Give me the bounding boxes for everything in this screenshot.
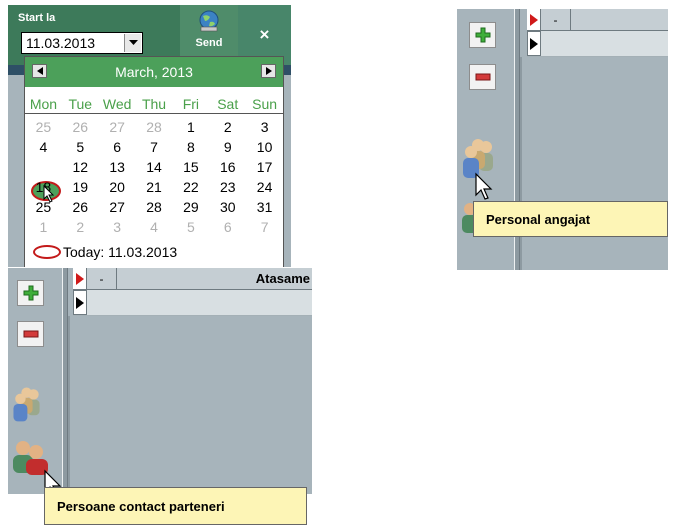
date-picker-panel: Start la 11.03.2013 Send × March, 2013 M… (8, 5, 291, 267)
calendar-day[interactable]: 26 (62, 197, 99, 217)
mouse-cursor-icon (475, 172, 493, 200)
calendar-header: March, 2013 (25, 57, 283, 87)
calendar-day[interactable]: 13 (99, 157, 136, 177)
calendar-day[interactable]: 16 (209, 157, 246, 177)
dropdown-arrow-icon[interactable] (124, 34, 141, 52)
weekday-label: Thu (141, 96, 167, 112)
tooltip-contact: Persoane contact parteneri (44, 487, 307, 525)
calendar-day[interactable]: 31 (246, 197, 283, 217)
calendar-day[interactable]: 7 (136, 137, 173, 157)
weekday-header: Mon Tue Wed Thu Fri Sat Sun (25, 96, 283, 114)
grid-divider (68, 316, 70, 494)
weekday-label: Mon (29, 96, 58, 112)
nav-left-icon[interactable] (32, 64, 47, 78)
calendar-day[interactable]: 3 (99, 217, 136, 237)
start-label: Start la (18, 12, 56, 24)
personal-panel: - Personal angajat (457, 9, 668, 270)
weekday-label: Fri (182, 96, 200, 112)
calendar-day[interactable]: 23 (209, 177, 246, 197)
grid-row[interactable] (527, 31, 668, 57)
grid-header: - (527, 9, 668, 31)
send-label: Send (195, 37, 223, 49)
week-row: 11 12 13 14 15 16 17 (25, 157, 283, 177)
calendar-day[interactable]: 2 (62, 217, 99, 237)
calendar-day[interactable]: 15 (172, 157, 209, 177)
calendar-day[interactable]: 2 (209, 117, 246, 137)
calendar-day[interactable]: 30 (209, 197, 246, 217)
weekday-label: Sat (217, 96, 239, 112)
remove-icon (475, 73, 490, 81)
mouse-cursor-icon (43, 185, 55, 203)
calendar-day[interactable]: 8 (172, 137, 209, 157)
row-pointer-icon (527, 31, 541, 56)
calendar-day[interactable]: 1 (25, 217, 62, 237)
add-icon (475, 27, 490, 43)
calendar-day[interactable]: 12 (62, 157, 99, 177)
start-date-value: 11.03.2013 (26, 35, 96, 51)
day-grid: 25 26 27 28 1 2 3 4 5 6 7 8 9 10 11 12 1… (25, 117, 283, 237)
users-group-icon (13, 387, 40, 422)
calendar-day[interactable]: 27 (99, 117, 136, 137)
add-button[interactable] (17, 280, 44, 306)
weekday-label: Tue (68, 96, 93, 112)
week-row: 25 26 27 28 1 2 3 (25, 117, 283, 137)
add-icon (23, 285, 38, 301)
calendar-day[interactable]: 20 (99, 177, 136, 197)
grid-header-title[interactable]: Atasame (117, 268, 312, 289)
week-row: 4 5 6 7 8 9 10 (25, 137, 283, 157)
calendar-day[interactable]: 17 (246, 157, 283, 177)
row-pointer-icon (73, 268, 87, 289)
row-pointer-icon (73, 290, 87, 315)
weekday-label: Wed (102, 96, 132, 112)
calendar-dropdown: March, 2013 Mon Tue Wed Thu Fri Sat Sun … (24, 56, 284, 267)
calendar-day[interactable]: 5 (62, 137, 99, 157)
tooltip-personal: Personal angajat (473, 201, 668, 237)
calendar-day[interactable]: 6 (99, 137, 136, 157)
calendar-day[interactable]: 1 (172, 117, 209, 137)
nav-right-icon[interactable] (261, 64, 276, 78)
month-title: March, 2013 (115, 64, 193, 80)
calendar-day[interactable]: 22 (172, 177, 209, 197)
add-button[interactable] (469, 22, 496, 48)
calendar-day[interactable]: 4 (136, 217, 173, 237)
remove-icon (23, 330, 38, 338)
remove-button[interactable] (469, 64, 496, 90)
contact-panel: - Atasame (8, 268, 312, 494)
calendar-day[interactable]: 28 (136, 117, 173, 137)
calendar-day[interactable]: 3 (246, 117, 283, 137)
week-row: 25 26 27 28 29 30 31 (25, 197, 283, 217)
grid-divider (520, 57, 522, 270)
calendar-day[interactable]: 26 (62, 117, 99, 137)
calendar-day[interactable]: 6 (209, 217, 246, 237)
grid-row[interactable] (73, 290, 312, 316)
calendar-day[interactable]: 24 (246, 177, 283, 197)
today-marker-icon (33, 245, 61, 259)
grid-header-cell[interactable]: - (541, 9, 571, 30)
calendar-day[interactable]: 29 (172, 197, 209, 217)
today-link[interactable]: Today: 11.03.2013 (25, 242, 283, 262)
calendar-day[interactable]: 4 (25, 137, 62, 157)
today-label: Today: 11.03.2013 (63, 244, 178, 260)
grid-header-cell[interactable]: - (87, 268, 117, 289)
calendar-day[interactable]: 10 (246, 137, 283, 157)
globe-send-icon (199, 10, 219, 32)
remove-button[interactable] (17, 321, 44, 347)
users-group-button[interactable] (10, 384, 50, 429)
calendar-day[interactable]: 14 (136, 157, 173, 177)
start-date-combo[interactable]: 11.03.2013 (21, 32, 143, 54)
calendar-day[interactable]: 5 (172, 217, 209, 237)
calendar-day[interactable]: 25 (25, 117, 62, 137)
calendar-day[interactable]: 21 (136, 177, 173, 197)
week-row: 1 2 3 4 5 6 7 (25, 217, 283, 237)
calendar-day[interactable]: 27 (99, 197, 136, 217)
grid-header: - Atasame (73, 268, 312, 290)
weekday-label: Sun (252, 96, 278, 112)
calendar-day[interactable]: 19 (62, 177, 99, 197)
calendar-day[interactable]: 9 (209, 137, 246, 157)
selected-calendar-day[interactable]: 11 (25, 157, 62, 177)
calendar-day[interactable]: 7 (246, 217, 283, 237)
calendar-day[interactable]: 28 (136, 197, 173, 217)
row-pointer-icon (527, 9, 541, 30)
week-row: 18 19 20 21 22 23 24 (25, 177, 283, 197)
